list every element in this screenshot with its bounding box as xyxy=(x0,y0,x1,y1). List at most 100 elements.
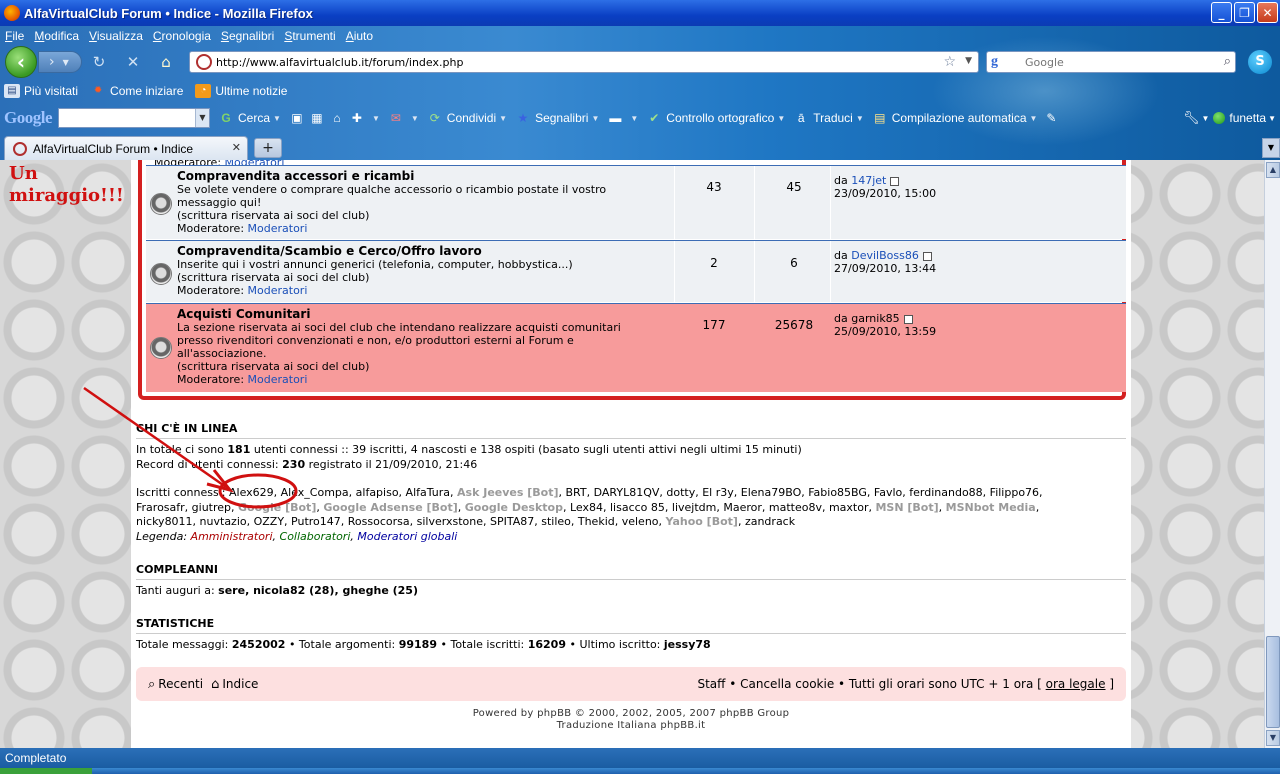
google-controllo-ortografico-button[interactable]: ✔ Controllo ortografico ▼ xyxy=(646,110,785,126)
forum-row-acquisti-comunitari[interactable]: Acquisti Comunitari La sezione riservata… xyxy=(146,303,1126,392)
news-icon[interactable]: ▦ xyxy=(309,110,325,126)
menu-strumenti[interactable]: Strumenti xyxy=(279,29,340,43)
wrench-icon[interactable]: 🔧︎ xyxy=(1183,110,1200,126)
home-icon[interactable]: ⌂ xyxy=(157,53,175,71)
plus-icon[interactable]: ✚ xyxy=(349,110,365,126)
moderator-link[interactable]: Moderatori xyxy=(248,222,308,235)
bookmark-piu-visitati[interactable]: ▤ Più visitati xyxy=(4,84,78,98)
vertical-scrollbar[interactable]: ▲ ▼ xyxy=(1264,160,1280,748)
copyright-text: © 2000, 2002, 2005, 2007 phpBB Group xyxy=(571,708,790,719)
google-condividi-button[interactable]: ⟳ Condividi ▼ xyxy=(427,110,507,126)
menu-segnalibri[interactable]: Segnalibri xyxy=(216,29,279,43)
moderator-link[interactable]: Moderatori xyxy=(248,284,308,297)
phpbb-link[interactable]: phpBB xyxy=(537,708,571,719)
menu-file[interactable]: File xyxy=(0,29,29,43)
search-input[interactable] xyxy=(1025,55,1205,69)
mail-icon[interactable]: ✉ xyxy=(388,110,404,126)
spellcheck-icon: ✔ xyxy=(649,111,660,125)
tab-strip: AlfaVirtualClub Forum • Indice ✕ + ▼ xyxy=(0,136,1280,160)
index-link[interactable]: ⌂ Indice xyxy=(211,677,258,692)
menu-aiuto[interactable]: Aiuto xyxy=(341,29,378,43)
recent-link[interactable]: ⌕ Recenti xyxy=(148,677,203,692)
new-tab-button[interactable]: + xyxy=(254,138,282,158)
forum-moderator: Moderatore: Moderatori xyxy=(177,222,657,235)
url-dropdown-icon[interactable]: ▼ xyxy=(965,56,972,66)
menu-modifica[interactable]: Modifica xyxy=(29,29,84,43)
menu-visualizza[interactable]: Visualizza xyxy=(84,29,148,43)
powered-prefix: Powered by xyxy=(472,708,538,719)
forward-button[interactable]: › ▼ xyxy=(38,51,82,73)
annotation-line: Un xyxy=(9,163,38,184)
google-user-name[interactable]: funetta xyxy=(1229,111,1266,125)
image-icon[interactable]: ▣ xyxy=(289,110,305,126)
forum-row-compravendita-accessori[interactable]: Compravendita accessori e ricambi Se vol… xyxy=(146,165,1126,239)
chevron-down-icon[interactable]: ▼ xyxy=(195,109,209,127)
google-minus-button[interactable]: ▬ ▼ xyxy=(607,110,638,126)
google-search-input[interactable]: ▼ xyxy=(58,108,210,128)
legend-global-moderators-link[interactable]: Moderatori globali xyxy=(357,530,457,543)
moderator-link[interactable]: Moderatori xyxy=(248,373,308,386)
last-post-user[interactable]: garnik85 xyxy=(851,312,899,325)
address-bar[interactable]: ☆ ▼ xyxy=(189,51,979,73)
stop-icon[interactable]: ✕ xyxy=(124,53,142,71)
url-input[interactable] xyxy=(216,55,916,69)
stat-label: • Totale argomenti: xyxy=(285,638,399,651)
online-users-text[interactable]: nicky8011, nuvtazio, OZZY, Putro147, Ros… xyxy=(136,515,666,528)
tab-list-button[interactable]: ▼ xyxy=(1262,138,1280,158)
google-segnalibri-button[interactable]: ★ Segnalibri ▼ xyxy=(515,110,600,126)
online-record-date: registrato il 21/09/2010, 21:46 xyxy=(305,457,478,471)
reload-icon[interactable]: ↻ xyxy=(90,53,108,71)
view-latest-post-icon[interactable] xyxy=(922,251,932,261)
online-users-text[interactable]: , zandrack xyxy=(738,515,795,528)
scroll-down-icon[interactable]: ▼ xyxy=(1266,730,1280,746)
forum-title[interactable]: Compravendita/Scambio e Cerco/Offro lavo… xyxy=(177,245,657,258)
google-cerca-button[interactable]: G Cerca ▼ xyxy=(218,110,281,126)
scroll-thumb[interactable] xyxy=(1266,636,1280,728)
bank-icon[interactable]: ⌂ xyxy=(329,110,345,126)
bookmark-label: Come iniziare xyxy=(110,84,184,98)
search-bar[interactable]: g ⌕ xyxy=(986,51,1236,73)
legend-collaborators-link[interactable]: Collaboratori xyxy=(280,530,351,543)
legend-administrators-link[interactable]: Amministratori xyxy=(191,530,273,543)
birthdays-section: COMPLEANNI Tanti auguri a: sere, nicola8… xyxy=(136,563,1126,599)
minimize-button[interactable]: _ xyxy=(1211,2,1232,23)
forum-read-icon xyxy=(150,337,172,359)
forum-title[interactable]: Compravendita accessori e ricambi xyxy=(177,170,657,183)
annotation-text: Un miraggio!!! xyxy=(9,163,124,207)
online-users-text[interactable]: , BRT, DARYL81QV, dotty, El r3y, Elena79… xyxy=(559,486,1043,499)
history-dropdown-icon[interactable]: ▼ xyxy=(63,58,69,67)
bookmark-come-iniziare[interactable]: ✹ Come iniziare xyxy=(90,84,184,98)
firefox-icon xyxy=(4,5,20,21)
scroll-up-icon[interactable]: ▲ xyxy=(1266,162,1280,178)
forum-title[interactable]: Acquisti Comunitari xyxy=(177,308,657,321)
online-users-text[interactable]: Frarosafr, giutrep, xyxy=(136,501,238,514)
google-compilazione-automatica-button[interactable]: ▤ Compilazione automatica ▼ ✎ xyxy=(872,110,1064,126)
view-latest-post-icon[interactable] xyxy=(890,176,900,186)
tab-forum-indice[interactable]: AlfaVirtualClub Forum • Indice ✕ xyxy=(4,136,248,160)
bookmark-ultime-notizie[interactable]: ◔ Ultime notizie xyxy=(195,84,287,98)
view-latest-post-icon[interactable] xyxy=(903,314,913,324)
footer-staff-cookie-timezone[interactable]: Staff • Cancella cookie • Tutti gli orar… xyxy=(697,677,1045,691)
maximize-button[interactable]: ❐ xyxy=(1234,2,1255,23)
close-button[interactable]: ✕ xyxy=(1257,2,1278,23)
forum-row-compravendita-scambio[interactable]: Compravendita/Scambio e Cerco/Offro lavo… xyxy=(146,240,1126,302)
last-post-user[interactable]: DevilBoss86 xyxy=(851,249,919,262)
birthday-users[interactable]: sere, nicola82 (28), gheghe (25) xyxy=(218,584,418,597)
pencil-icon[interactable]: ✎ xyxy=(1043,110,1059,126)
phpbb-it-link[interactable]: phpBB.it xyxy=(660,720,705,731)
skype-icon[interactable]: S xyxy=(1248,50,1272,74)
bot-user: Yahoo [Bot] xyxy=(665,515,738,528)
last-post-user[interactable]: 147jet xyxy=(851,174,886,187)
dst-link[interactable]: ora legale xyxy=(1046,677,1106,691)
close-tab-icon[interactable]: ✕ xyxy=(232,141,241,154)
online-users-text[interactable]: Iscritti connessi: Alex629, Alex_Compa, … xyxy=(136,486,457,499)
google-engine-icon[interactable]: g xyxy=(991,54,1007,70)
newest-member-link[interactable]: jessy78 xyxy=(664,638,711,651)
menu-cronologia[interactable]: Cronologia xyxy=(148,29,216,43)
google-traduci-button[interactable]: ā Traduci ▼ xyxy=(793,110,864,126)
bookmark-star-icon[interactable]: ☆ xyxy=(943,54,956,70)
start-button[interactable] xyxy=(0,768,92,774)
search-icon[interactable]: ⌕ xyxy=(1224,54,1231,69)
back-button[interactable]: ‹ xyxy=(5,46,37,78)
online-users-text[interactable]: , Lex84, lisacco 85, livejtdm, Maeror, m… xyxy=(563,501,875,514)
